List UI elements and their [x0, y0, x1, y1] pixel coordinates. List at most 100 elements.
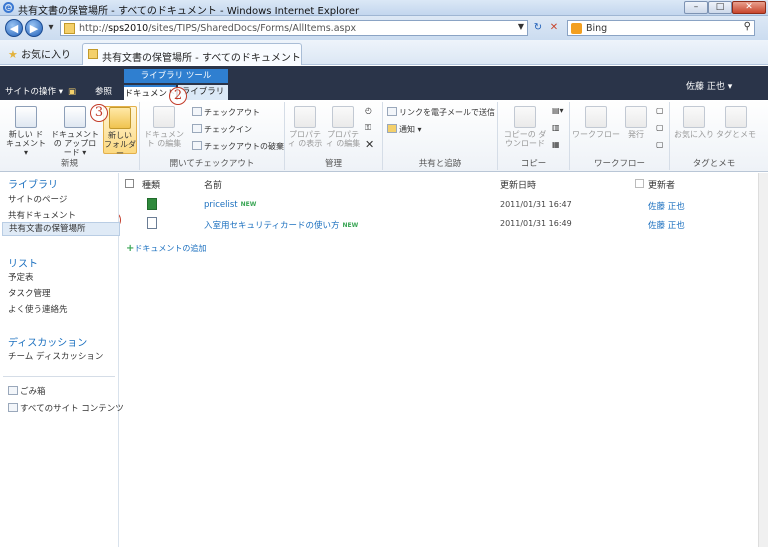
- group-share-track: リンクを電子メールで送信 通知 ▾ 共有と追跡: [383, 102, 498, 170]
- send-to-icon[interactable]: ▤▾: [552, 106, 564, 116]
- group-label-manage: 管理: [324, 159, 342, 169]
- download-copy-button[interactable]: コピーの ダウンロード: [502, 106, 548, 148]
- check-in-button[interactable]: チェックイン: [192, 124, 252, 135]
- group-copies: コピーの ダウンロード ▤▾ ▥ ▦ コピー: [498, 102, 570, 170]
- new-badge: NEW: [240, 201, 257, 208]
- bell-icon: [387, 124, 397, 133]
- group-manage: プロパティ の表示 プロパティ の編集 ◴ ⚿ ✕ 管理: [285, 102, 383, 170]
- chevron-down-icon[interactable]: ▼: [518, 22, 524, 31]
- email-link-button[interactable]: リンクを電子メールで送信: [387, 107, 495, 118]
- group-workflows: ワークフロー 発行 ▢ ▢ ▢ ワークフロー: [570, 102, 670, 170]
- unpublish-icon[interactable]: ▢: [656, 106, 664, 116]
- workflow-button[interactable]: ワークフロー: [572, 106, 620, 139]
- excel-file-icon: [147, 198, 157, 210]
- search-engine-label: Bing: [586, 23, 608, 34]
- table-row[interactable]: 入室用セキュリティカードの使い方 NEW 2011/01/31 16:49 佐藤 …: [120, 214, 768, 234]
- refresh-button[interactable]: ↻: [530, 20, 546, 36]
- go-to-source-icon[interactable]: ▦: [552, 140, 560, 150]
- modified-by-link[interactable]: 佐藤 正也: [648, 200, 685, 212]
- vertical-scrollbar[interactable]: [758, 173, 768, 547]
- document-name-link[interactable]: pricelist NEW: [204, 200, 256, 210]
- navigate-up-icon[interactable]: ▣: [68, 85, 76, 100]
- minimize-button[interactable]: –: [684, 1, 708, 14]
- check-in-icon: [192, 124, 202, 133]
- column-header-type[interactable]: 種類: [142, 178, 160, 191]
- new-folder-button[interactable]: 新しい フォルダー: [103, 106, 137, 158]
- nav-item-contacts[interactable]: よく使う連絡先: [8, 303, 68, 315]
- modified-by-link[interactable]: 佐藤 正也: [648, 219, 685, 231]
- quick-launch: ライブラリ サイトのページ 共有ドキュメント 共有文書の保管場所 リスト 予定表…: [0, 173, 124, 547]
- select-all-checkbox[interactable]: [125, 179, 134, 188]
- annotation-badge-3: 3: [90, 104, 108, 122]
- column-header-name[interactable]: 名前: [204, 178, 222, 191]
- group-new: 新しい ドキュメント ▾ ドキュメントの アップロード ▾ 新しい フォルダー …: [0, 102, 140, 170]
- new-badge: NEW: [342, 222, 359, 229]
- view-properties-button[interactable]: プロパティ の表示: [287, 106, 323, 148]
- edit-properties-button[interactable]: プロパティ の編集: [325, 106, 361, 148]
- delete-icon[interactable]: ✕: [365, 139, 374, 150]
- address-input[interactable]: http://sps2010/sites/TIPS/SharedDocs/For…: [60, 20, 528, 36]
- nav-heading-discussions[interactable]: ディスカッション: [8, 334, 87, 349]
- nav-heading-lists[interactable]: リスト: [8, 255, 38, 270]
- nav-item-shared-documents[interactable]: 共有ドキュメント: [8, 209, 76, 221]
- stop-button[interactable]: ✕: [546, 20, 562, 36]
- site-content-icon: [8, 403, 20, 413]
- address-toolbar: ◀ ▶ ▾ http://sps2010/sites/TIPS/SharedDo…: [0, 16, 768, 40]
- workflow-icon: [585, 106, 607, 128]
- nav-item-recycle-bin[interactable]: ごみ箱: [8, 385, 46, 397]
- nav-item-all-site-content[interactable]: すべてのサイト コンテンツ: [8, 402, 124, 414]
- column-header-modified[interactable]: 更新日時: [500, 178, 536, 191]
- favorites-icon: [683, 106, 705, 128]
- properties-icon: [294, 106, 316, 128]
- download-icon: [514, 106, 536, 128]
- nav-item-team-discussion[interactable]: チーム ディスカッション: [8, 350, 103, 362]
- group-label-tags-notes: タグとメモ: [692, 159, 736, 169]
- site-actions-menu[interactable]: サイトの操作 ▾: [5, 85, 63, 100]
- table-row[interactable]: pricelist NEW 2011/01/31 16:47 佐藤 正也: [120, 195, 768, 215]
- user-menu[interactable]: 佐藤 正也 ▾: [686, 79, 732, 92]
- manage-copies-icon[interactable]: ▥: [552, 123, 560, 133]
- modified-by-filter-checkbox[interactable]: [635, 179, 644, 188]
- bing-icon: [571, 23, 582, 34]
- tab-title: 共有文書の保管場所 - すべてのドキュメント: [102, 53, 301, 64]
- group-tags-notes: お気に入り タグとメモ タグとメモ: [670, 102, 758, 170]
- add-document-link[interactable]: +ドキュメントの追加: [126, 243, 206, 254]
- new-document-button[interactable]: 新しい ドキュメント ▾: [6, 106, 46, 157]
- tab-browse[interactable]: 参照: [95, 85, 112, 100]
- alert-me-button[interactable]: 通知 ▾: [387, 124, 422, 135]
- browser-tab[interactable]: 共有文書の保管場所 - すべてのドキュメント: [82, 43, 302, 65]
- nav-item-calendar[interactable]: 予定表: [8, 271, 34, 283]
- nav-item-site-pages[interactable]: サイトのページ: [8, 193, 67, 205]
- email-icon: [387, 107, 397, 116]
- discard-checkout-button[interactable]: チェックアウトの破棄: [192, 141, 284, 152]
- cancel-approval-icon[interactable]: ▢: [656, 140, 664, 150]
- nav-heading-libraries[interactable]: ライブラリ: [8, 176, 58, 191]
- group-label-open-checkout: 開いてチェックアウト: [169, 159, 255, 169]
- modified-date: 2011/01/31 16:49: [500, 219, 572, 228]
- nav-history-dropdown[interactable]: ▾: [43, 20, 59, 36]
- document-name-link[interactable]: 入室用セキュリティカードの使い方 NEW: [204, 219, 358, 231]
- column-header-modified-by[interactable]: 更新者: [648, 178, 675, 191]
- favorites-tag-button[interactable]: お気に入り: [674, 106, 714, 139]
- maximize-button[interactable]: □: [708, 1, 732, 14]
- tags-notes-button[interactable]: タグとメモ: [716, 106, 756, 139]
- url-text: http://sps2010/sites/TIPS/SharedDocs/For…: [79, 23, 357, 34]
- check-out-button[interactable]: チェックアウト: [192, 107, 260, 118]
- publish-button[interactable]: 発行: [622, 106, 650, 139]
- nav-item-tasks[interactable]: タスク管理: [8, 287, 51, 299]
- back-button[interactable]: ◀: [5, 19, 23, 37]
- nav-item-shared-archive[interactable]: 共有文書の保管場所: [2, 222, 120, 236]
- group-label-share-track: 共有と追跡: [418, 159, 462, 169]
- favorites-button[interactable]: ★ お気に入り: [8, 46, 71, 61]
- version-history-icon[interactable]: ◴: [365, 106, 372, 116]
- upload-icon: [64, 106, 86, 128]
- approve-icon[interactable]: ▢: [656, 123, 664, 133]
- window-title-bar: e 共有文書の保管場所 - すべてのドキュメント - Windows Inter…: [0, 0, 768, 17]
- search-input[interactable]: Bing ⚲: [567, 20, 755, 36]
- forward-button[interactable]: ▶: [25, 19, 43, 37]
- close-button[interactable]: ✕: [732, 1, 766, 14]
- permissions-icon[interactable]: ⚿: [365, 123, 371, 133]
- edit-document-button[interactable]: ドキュメント の編集: [144, 106, 184, 148]
- search-icon[interactable]: ⚲: [744, 21, 751, 32]
- edit-properties-icon: [332, 106, 354, 128]
